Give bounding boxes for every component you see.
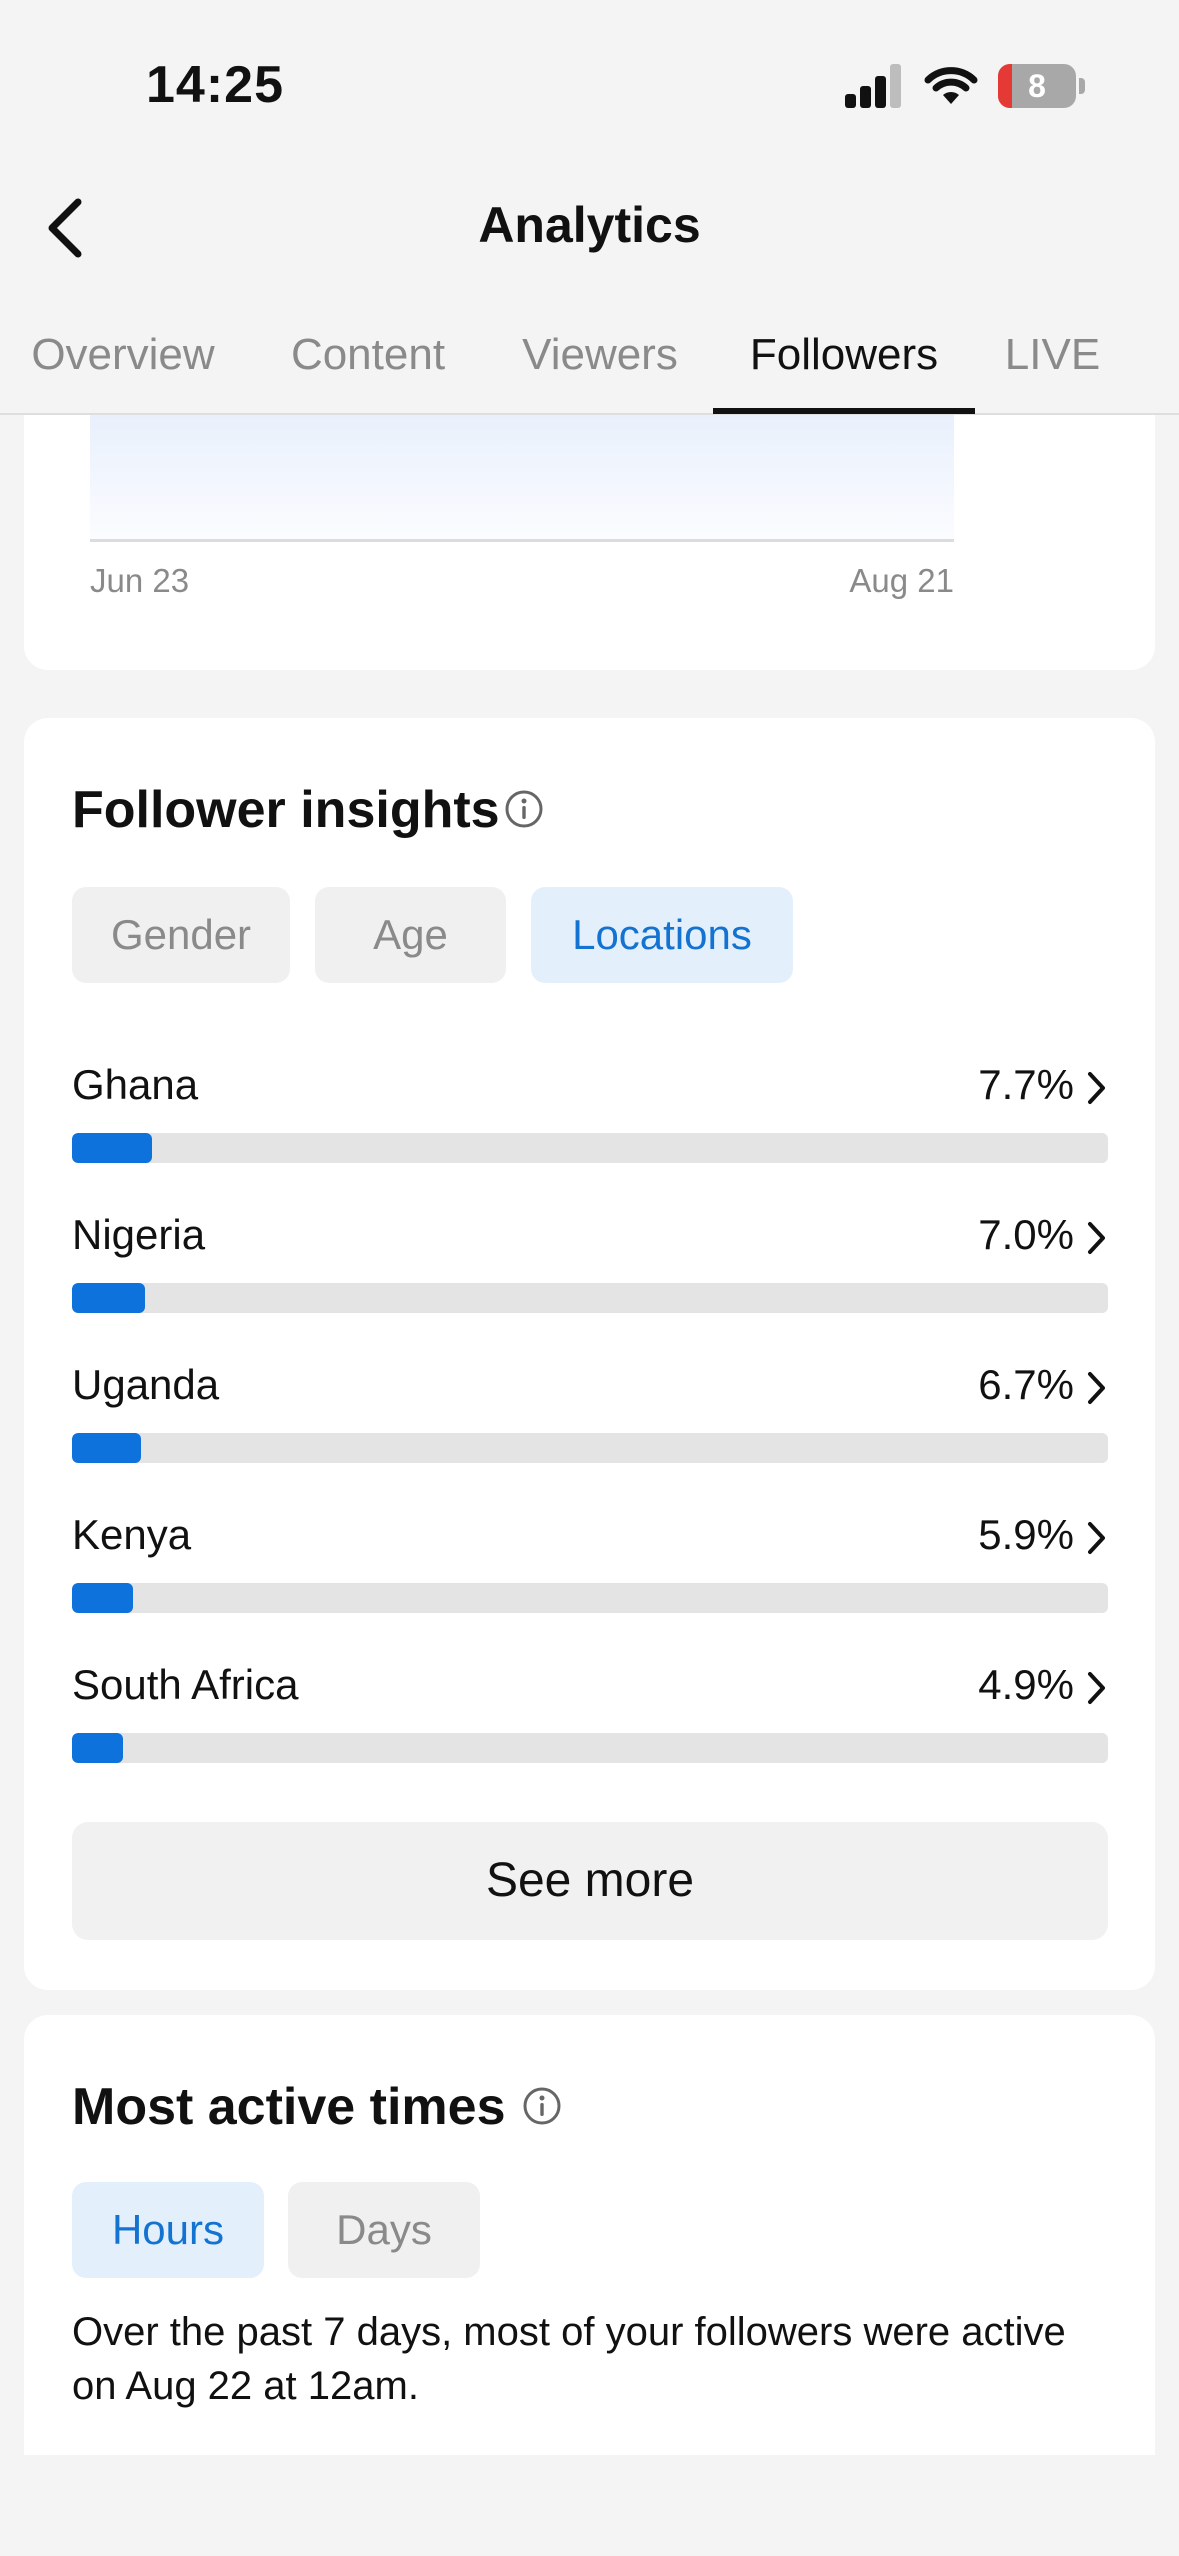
- see-more-button[interactable]: See more: [72, 1822, 1108, 1940]
- most-active-times-card: Most active times Hours Days Over the pa…: [24, 2015, 1155, 2455]
- filter-locations[interactable]: Locations: [531, 887, 793, 983]
- follower-insights-title: Follower insights: [72, 781, 500, 839]
- filter-hours[interactable]: Hours: [72, 2182, 264, 2278]
- chevron-right-icon: [1088, 1372, 1105, 1404]
- tab-live[interactable]: LIVE: [995, 320, 1110, 415]
- tab-viewers[interactable]: Viewers: [500, 320, 700, 415]
- filter-gender[interactable]: Gender: [72, 887, 290, 983]
- battery-icon: 8: [998, 64, 1076, 108]
- location-country: Kenya: [72, 1511, 192, 1558]
- location-percent: 6.7%: [978, 1361, 1074, 1408]
- location-percent: 5.9%: [978, 1511, 1074, 1558]
- active-times-description: Over the past 7 days, most of your follo…: [72, 2310, 1066, 2408]
- chart-end-date: Aug 21: [849, 562, 954, 599]
- tab-followers[interactable]: Followers: [713, 320, 975, 415]
- location-row[interactable]: Nigeria 7.0%: [72, 1201, 1108, 1351]
- location-percent: 7.7%: [978, 1061, 1074, 1108]
- most-active-times-title: Most active times: [72, 2078, 506, 2136]
- chart-area: [90, 415, 954, 539]
- followers-chart-card: Jun 23 Aug 21: [24, 415, 1155, 670]
- location-row[interactable]: Ghana 7.7%: [72, 1051, 1108, 1201]
- status-time: 14:25: [146, 56, 284, 114]
- page-title: Analytics: [478, 197, 701, 253]
- chart-x-axis: [90, 539, 954, 542]
- chevron-right-icon: [1088, 1522, 1105, 1554]
- location-bar-fill: [72, 1583, 133, 1613]
- location-country: Nigeria: [72, 1211, 206, 1258]
- battery-tip: [1079, 78, 1085, 94]
- location-bar-track: [72, 1133, 1108, 1163]
- active-tab-indicator: [713, 408, 975, 414]
- location-bar-track: [72, 1733, 1108, 1763]
- location-bar-fill: [72, 1733, 123, 1763]
- chevron-right-icon: [1088, 1672, 1105, 1704]
- follower-insights-card: Follower insights Gender Age Locations G…: [24, 718, 1155, 1990]
- location-bar-fill: [72, 1283, 145, 1313]
- status-bar: 14:25 8: [0, 0, 1179, 170]
- battery-level: 8: [1028, 68, 1046, 104]
- wifi-icon: [924, 67, 978, 104]
- cellular-signal-icon: [845, 64, 903, 108]
- location-bar-fill: [72, 1133, 152, 1163]
- filter-days[interactable]: Days: [288, 2182, 480, 2278]
- location-bar-track: [72, 1283, 1108, 1313]
- tab-content[interactable]: Content: [268, 320, 468, 415]
- info-icon[interactable]: [522, 2086, 562, 2126]
- analytics-screen: 14:25 8 Analytics Overview Content Viewe…: [0, 0, 1179, 2556]
- chevron-right-icon: [1088, 1222, 1105, 1254]
- location-row[interactable]: Uganda 6.7%: [72, 1351, 1108, 1501]
- chevron-right-icon: [1088, 1072, 1105, 1104]
- filter-age[interactable]: Age: [315, 887, 506, 983]
- location-bar-track: [72, 1583, 1108, 1613]
- location-country: South Africa: [72, 1661, 299, 1708]
- location-row[interactable]: Kenya 5.9%: [72, 1501, 1108, 1651]
- location-country: Uganda: [72, 1361, 220, 1408]
- location-percent: 7.0%: [978, 1211, 1074, 1258]
- chart-start-date: Jun 23: [90, 562, 190, 599]
- analytics-tabs: Overview Content Viewers Followers LIVE: [0, 320, 1179, 415]
- location-bar-fill: [72, 1433, 141, 1463]
- location-bar-track: [72, 1433, 1108, 1463]
- location-percent: 4.9%: [978, 1661, 1074, 1708]
- location-row[interactable]: South Africa 4.9%: [72, 1651, 1108, 1801]
- info-icon[interactable]: [504, 789, 544, 829]
- tab-overview[interactable]: Overview: [0, 320, 246, 415]
- location-country: Ghana: [72, 1061, 199, 1108]
